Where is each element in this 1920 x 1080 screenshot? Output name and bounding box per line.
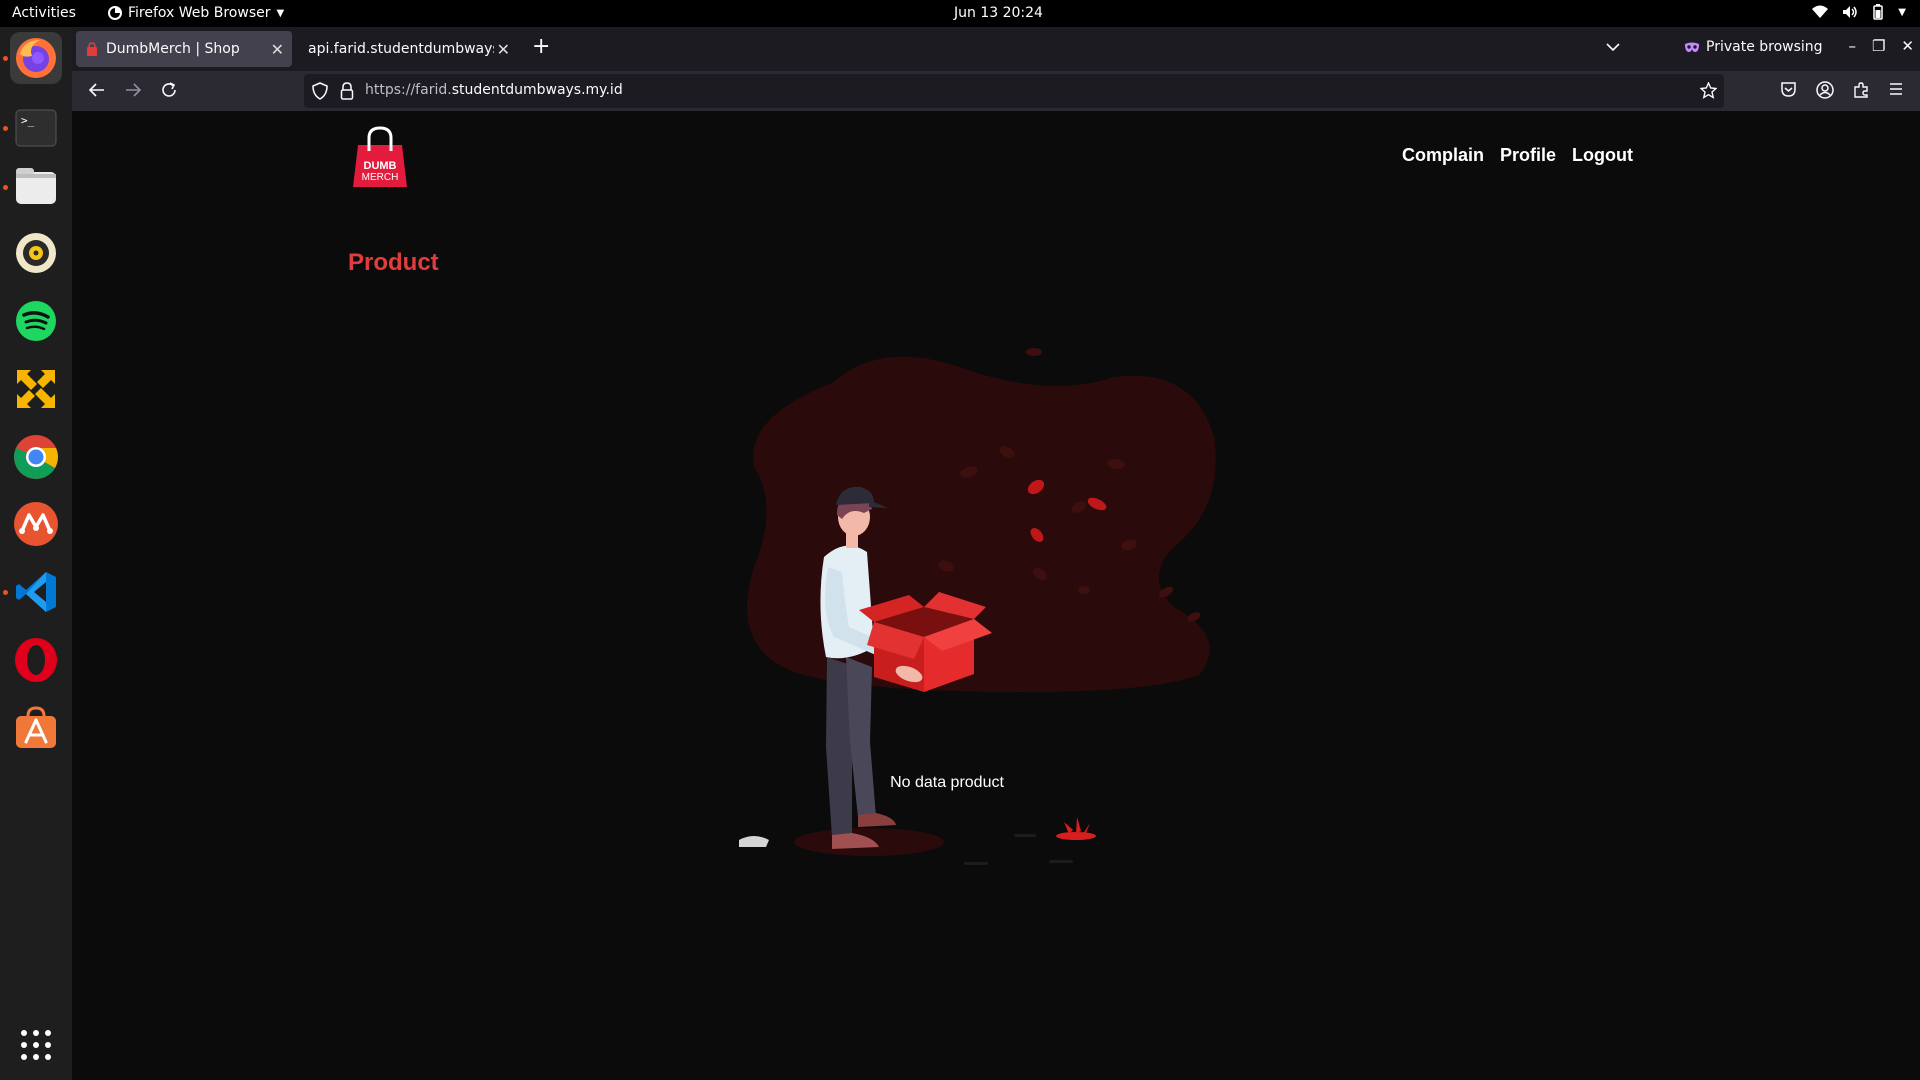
window-controls: – ❐ ✕ — [1848, 37, 1914, 55]
dock-vscode[interactable] — [10, 566, 62, 618]
tracking-protection-shield-icon[interactable] — [312, 82, 328, 100]
firefox-icon — [16, 38, 56, 78]
dock-mendeley[interactable] — [10, 498, 62, 550]
rhythmbox-icon — [16, 233, 56, 273]
dock-spotify[interactable] — [10, 295, 62, 347]
running-indicator — [3, 56, 8, 61]
nav-logout-link[interactable]: Logout — [1572, 145, 1633, 166]
back-icon[interactable] — [88, 81, 106, 99]
dock-chrome[interactable] — [10, 431, 62, 483]
running-indicator — [3, 185, 8, 190]
firefox-small-icon — [108, 6, 122, 20]
empty-state-message: No data product — [890, 774, 1004, 791]
dock: >_ — [0, 27, 72, 1080]
opera-icon — [15, 638, 57, 682]
dumbmerch-favicon-icon — [87, 42, 97, 56]
system-tray[interactable]: ▼ — [1812, 4, 1906, 20]
forward-icon[interactable] — [124, 81, 142, 99]
site-nav: Complain Profile Logout — [1402, 145, 1633, 166]
minimize-icon[interactable]: – — [1848, 37, 1856, 55]
app-menu[interactable]: Firefox Web Browser ▼ — [108, 5, 284, 21]
url-bar[interactable]: https://farid.studentdumbways.my.id — [304, 74, 1724, 108]
dock-files[interactable] — [10, 160, 62, 212]
web-page: DUMB MERCH Complain Profile Logout Produ… — [72, 111, 1920, 1080]
system-menu-chevron-icon: ▼ — [1898, 6, 1906, 18]
dock-opera[interactable] — [10, 634, 62, 686]
shopping-bag-logo-icon: DUMB MERCH — [353, 126, 407, 187]
spotify-icon — [16, 301, 56, 341]
reload-icon[interactable] — [160, 81, 178, 99]
dock-show-apps[interactable] — [10, 1019, 62, 1071]
close-tab-icon[interactable]: ✕ — [497, 40, 510, 59]
wifi-icon — [1812, 5, 1829, 18]
dock-firefox[interactable] — [10, 32, 62, 84]
system-top-bar: Activities Firefox Web Browser ▼ Jun 13 … — [0, 0, 1920, 27]
chevron-down-icon: ▼ — [276, 7, 285, 19]
svg-text:>_: >_ — [21, 114, 35, 127]
red-plant — [1056, 817, 1096, 840]
restore-icon[interactable]: ❐ — [1872, 37, 1885, 55]
mendeley-icon — [14, 502, 58, 546]
network-tool-icon — [17, 370, 55, 408]
files-icon — [16, 168, 56, 204]
clock[interactable]: Jun 13 20:24 — [954, 5, 1043, 21]
tab-dumbmerch-shop[interactable]: DumbMerch | Shop ✕ — [76, 31, 292, 67]
dock-rhythmbox[interactable] — [10, 227, 62, 279]
terminal-icon: >_ — [15, 109, 57, 147]
show-applications-icon — [21, 1030, 51, 1060]
floor-marks — [964, 834, 1073, 865]
account-icon[interactable] — [1816, 81, 1834, 99]
dock-app-store[interactable] — [10, 702, 62, 754]
list-all-tabs-icon[interactable] — [1605, 39, 1621, 55]
tab-title: api.farid.studentdumbways. — [308, 41, 494, 57]
browser-tab-bar: DumbMerch | Shop ✕ api.farid.studentdumb… — [72, 27, 1920, 71]
tab-api[interactable]: api.farid.studentdumbways. ✕ — [298, 31, 518, 67]
chrome-icon — [14, 435, 58, 479]
close-tab-icon[interactable]: ✕ — [271, 40, 284, 59]
volume-icon — [1843, 6, 1858, 18]
running-indicator — [3, 126, 8, 131]
dumbmerch-logo[interactable]: DUMB MERCH — [348, 125, 412, 189]
dock-terminal[interactable]: >_ — [10, 102, 62, 154]
dock-network-tool[interactable] — [10, 363, 62, 415]
running-indicator — [3, 590, 8, 595]
private-browsing-label: Private browsing — [1706, 39, 1823, 55]
logo-text-dumb: DUMB — [364, 160, 397, 172]
browser-nav-bar: https://farid.studentdumbways.my.id — [72, 71, 1920, 111]
close-window-icon[interactable]: ✕ — [1901, 37, 1914, 55]
page-title: Product — [348, 249, 439, 276]
private-mask-icon — [1685, 42, 1699, 52]
vscode-icon — [16, 572, 56, 612]
url-text[interactable]: https://farid.studentdumbways.my.id — [365, 82, 623, 98]
lock-icon[interactable] — [340, 82, 354, 100]
app-store-icon — [16, 706, 56, 748]
private-browsing-indicator: Private browsing — [1684, 39, 1823, 55]
pocket-icon[interactable] — [1780, 81, 1797, 98]
bookmark-star-icon[interactable] — [1700, 82, 1717, 99]
nav-profile-link[interactable]: Profile — [1500, 145, 1556, 166]
activities-button[interactable]: Activities — [12, 5, 76, 21]
nav-complain-link[interactable]: Complain — [1402, 145, 1484, 166]
battery-icon — [1873, 4, 1884, 20]
app-menu-label: Firefox Web Browser — [128, 5, 271, 21]
extensions-icon[interactable] — [1852, 81, 1870, 99]
logo-text-merch: MERCH — [362, 172, 399, 183]
background-blob — [747, 356, 1216, 692]
new-tab-icon[interactable]: + — [532, 35, 550, 59]
stone — [739, 836, 769, 847]
url-prefix: https://farid. — [365, 82, 452, 98]
tab-title: DumbMerch | Shop — [106, 41, 240, 57]
menu-hamburger-icon[interactable] — [1888, 81, 1904, 97]
url-domain: studentdumbways.my.id — [451, 82, 623, 98]
